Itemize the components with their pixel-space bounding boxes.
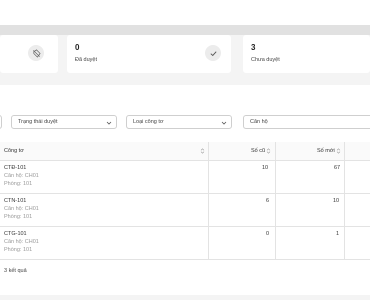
row-room: Phòng: 101	[4, 181, 33, 187]
apartment-search-placeholder: Căn hộ	[250, 119, 268, 125]
sort-icon[interactable]	[336, 148, 341, 154]
row-meter-code[interactable]: CTG-101	[4, 231, 27, 237]
row-old-reading: 0	[266, 231, 270, 237]
row-new-reading: 10	[333, 198, 340, 204]
summary-card-approved: 0 Đã duyệt	[67, 35, 231, 73]
row-meter-code[interactable]: CTĐ-101	[4, 165, 26, 171]
row-divider	[0, 226, 370, 227]
summary-card-unapproved: 3 Chưa duyệt	[243, 35, 370, 73]
approved-count: 0	[75, 43, 80, 52]
row-new-reading: 67	[334, 165, 341, 171]
unapproved-count: 3	[251, 43, 256, 52]
filter-select-partial[interactable]	[0, 115, 2, 129]
header-old-reading[interactable]: Số cũ	[251, 148, 265, 154]
header-band	[0, 25, 370, 35]
meter-type-filter-select[interactable]: Loại công tơ	[126, 115, 232, 129]
row-apartment: Căn hộ: CH01	[4, 206, 39, 212]
row-old-reading: 6	[266, 198, 270, 204]
sort-icon[interactable]	[266, 148, 271, 154]
header-bottom-border	[0, 160, 370, 161]
meter-type-filter-placeholder: Loại công tơ	[133, 119, 164, 125]
row-divider	[0, 259, 370, 260]
column-divider	[275, 142, 276, 260]
result-count: 3 kết quả	[4, 268, 27, 274]
header-new-reading[interactable]: Số mới	[317, 148, 335, 154]
row-room: Phòng: 101	[4, 247, 33, 253]
check-icon	[205, 45, 221, 61]
header-meter[interactable]: Công tơ	[4, 148, 24, 154]
status-filter-select[interactable]: Trạng thái duyệt	[11, 115, 117, 129]
table-header	[0, 142, 370, 160]
approved-label: Đã duyệt	[75, 57, 98, 63]
row-apartment: Căn hộ: CH01	[4, 239, 39, 245]
row-divider	[0, 193, 370, 194]
chevron-down-icon	[221, 121, 227, 125]
unapproved-label: Chưa duyệt	[251, 57, 280, 63]
row-new-reading: 1	[336, 231, 340, 237]
column-divider	[208, 142, 209, 260]
status-filter-placeholder: Trạng thái duyệt	[18, 119, 58, 125]
column-divider	[344, 142, 345, 260]
top-bar	[0, 0, 370, 25]
sort-icon[interactable]	[200, 148, 205, 154]
summary-card-pending-meters	[0, 35, 58, 73]
apartment-search-input[interactable]: Căn hộ	[243, 115, 370, 129]
row-room: Phòng: 101	[4, 214, 33, 220]
chevron-down-icon	[106, 121, 112, 125]
row-meter-code[interactable]: CTN-101	[4, 198, 26, 204]
row-old-reading: 10	[262, 165, 269, 171]
tag-slash-icon	[28, 45, 44, 61]
row-apartment: Căn hộ: CH01	[4, 173, 39, 179]
